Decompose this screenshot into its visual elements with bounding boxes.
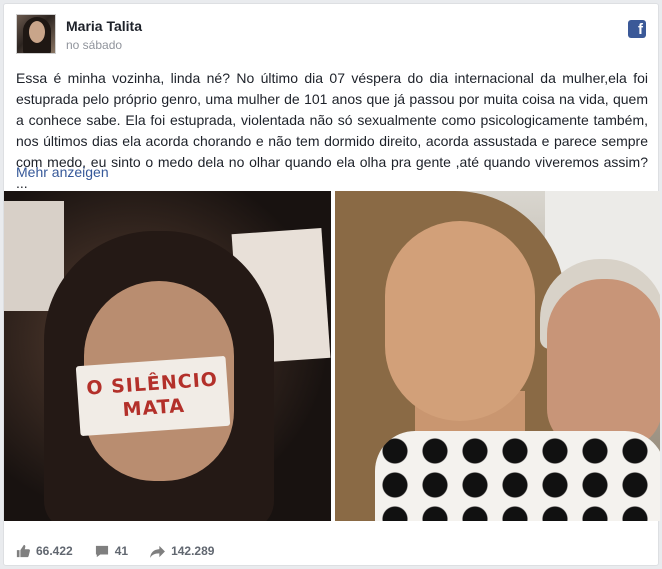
shares-count[interactable]: 142.289 (150, 544, 214, 558)
shares-value: 142.289 (171, 544, 215, 558)
protest-tape: O SILÊNCIO MATA (75, 355, 231, 437)
photo-protest[interactable]: O SILÊNCIO MATA (4, 191, 331, 521)
post-stats: 66.422 41 142.289 (16, 542, 236, 560)
avatar[interactable] (16, 14, 56, 54)
photo-grandmother[interactable] (335, 191, 660, 521)
likes-value: 66.422 (36, 544, 73, 558)
comments-count[interactable]: 41 (95, 544, 128, 558)
post-text: Essa é minha vozinha, linda né? No últim… (16, 70, 648, 191)
facebook-icon[interactable]: f (628, 20, 646, 38)
post-header: Maria Talita no sábado f (16, 14, 646, 56)
see-more-link[interactable]: Mehr anzeigen (16, 164, 109, 180)
share-arrow-icon (150, 545, 165, 558)
comments-value: 41 (114, 544, 129, 558)
thumbs-up-icon (16, 544, 30, 558)
likes-count[interactable]: 66.422 (16, 544, 73, 558)
author-name[interactable]: Maria Talita (66, 18, 142, 34)
tape-text-line2: MATA (121, 394, 186, 422)
comment-icon (95, 545, 108, 557)
photo-grid: O SILÊNCIO MATA (4, 191, 660, 521)
post-timestamp[interactable]: no sábado (66, 38, 122, 52)
post-card: Maria Talita no sábado f Essa é minha vo… (3, 3, 660, 566)
